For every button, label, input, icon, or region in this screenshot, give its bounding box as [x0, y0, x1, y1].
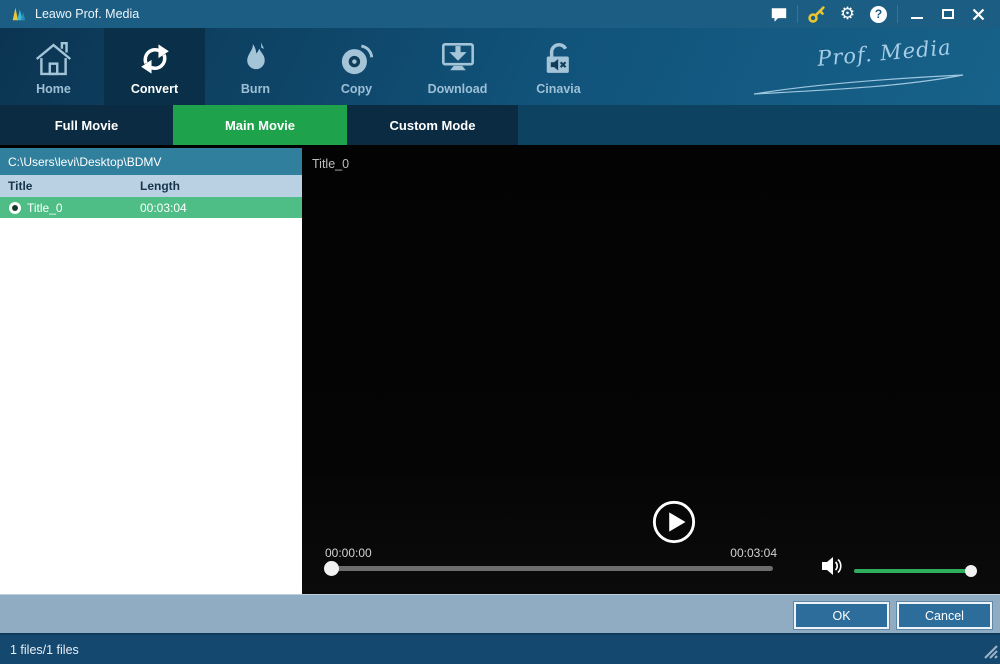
main-nav: Home Convert Burn: [0, 28, 1000, 105]
nav-item-cinavia[interactable]: Cinavia: [508, 28, 609, 105]
row-title-cell: Title_0: [27, 201, 63, 215]
nav-label: Download: [428, 82, 488, 96]
video-preview-area: Title_0 00:00:00 00:03:04: [302, 145, 1000, 594]
play-button[interactable]: [651, 499, 697, 545]
nav-item-home[interactable]: Home: [3, 28, 104, 105]
titlebar-controls: ⚙ ?: [763, 0, 994, 28]
nav-item-burn[interactable]: Burn: [205, 28, 306, 105]
file-panel: C:\Users\levi\Desktop\BDMV Title Length …: [0, 145, 302, 594]
message-icon[interactable]: [763, 0, 794, 28]
cancel-button[interactable]: Cancel: [897, 602, 992, 629]
minimize-button[interactable]: [901, 0, 932, 28]
seek-slider[interactable]: [326, 566, 773, 571]
current-time-label: 00:00:00: [325, 546, 372, 560]
source-path-bar: C:\Users\levi\Desktop\BDMV: [0, 148, 302, 175]
download-icon: [439, 38, 477, 80]
copy-disc-icon: [338, 38, 376, 80]
nav-label: Home: [36, 82, 71, 96]
nav-item-copy[interactable]: Copy: [306, 28, 407, 105]
register-key-icon[interactable]: [801, 0, 832, 28]
convert-icon: [136, 38, 174, 80]
settings-gear-icon[interactable]: ⚙: [832, 0, 863, 28]
tab-custom-mode[interactable]: Custom Mode: [347, 105, 518, 145]
radio-selected-icon[interactable]: [9, 202, 21, 214]
preview-title-label: Title_0: [312, 157, 349, 171]
tab-main-movie[interactable]: Main Movie: [173, 105, 347, 145]
brand-script-logo: Prof. Media: [816, 35, 952, 71]
speaker-icon[interactable]: [820, 555, 846, 582]
list-empty-area: [0, 218, 302, 594]
mode-tabbar: Full Movie Main Movie Custom Mode: [0, 105, 1000, 145]
cinavia-lock-icon: [541, 38, 577, 80]
column-header-length: Length: [140, 179, 180, 193]
titlebar: Leawo Prof. Media ⚙: [0, 0, 1000, 28]
volume-slider[interactable]: [854, 569, 972, 573]
nav-item-download[interactable]: Download: [407, 28, 508, 105]
resize-grip[interactable]: [982, 643, 998, 662]
help-icon[interactable]: ?: [863, 0, 894, 28]
titlebar-separator: [797, 5, 798, 23]
title-list-row[interactable]: Title_0 00:03:04: [0, 197, 302, 218]
volume-slider-thumb[interactable]: [965, 565, 977, 577]
burn-flame-icon: [239, 38, 272, 80]
seek-slider-thumb[interactable]: [324, 561, 339, 576]
file-count-label: 1 files/1 files: [10, 643, 79, 657]
titlebar-separator: [897, 5, 898, 23]
maximize-button[interactable]: [932, 0, 963, 28]
brand-swoosh-underline: [751, 74, 966, 101]
app-window: Leawo Prof. Media ⚙: [0, 0, 1000, 664]
list-header: Title Length: [0, 175, 302, 197]
ok-button[interactable]: OK: [794, 602, 889, 629]
app-logo-icon: [10, 5, 28, 23]
close-button[interactable]: [963, 0, 994, 28]
total-time-label: 00:03:04: [722, 546, 777, 560]
tab-full-movie[interactable]: Full Movie: [0, 105, 173, 145]
row-length-cell: 00:03:04: [140, 201, 187, 215]
nav-item-convert[interactable]: Convert: [104, 28, 205, 105]
window-title: Leawo Prof. Media: [35, 7, 139, 21]
nav-label: Cinavia: [536, 82, 580, 96]
content-area: C:\Users\levi\Desktop\BDMV Title Length …: [0, 145, 1000, 594]
nav-label: Convert: [131, 82, 178, 96]
statusbar: 1 files/1 files: [0, 633, 1000, 664]
action-bar: OK Cancel: [0, 594, 1000, 633]
nav-label: Burn: [241, 82, 270, 96]
column-header-title: Title: [8, 179, 32, 193]
nav-label: Copy: [341, 82, 372, 96]
home-icon: [33, 38, 74, 80]
